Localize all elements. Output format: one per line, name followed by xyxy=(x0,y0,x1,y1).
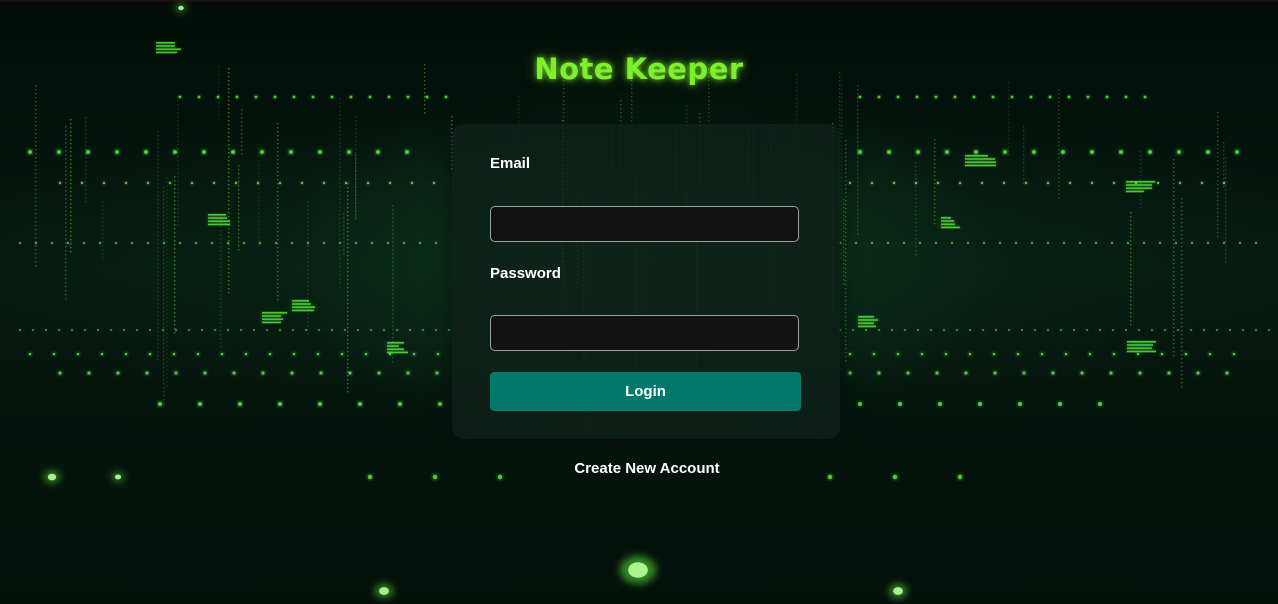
email-field[interactable] xyxy=(490,206,799,242)
login-page: Note Keeper Email Password Login Create … xyxy=(0,0,1278,604)
email-label: Email xyxy=(490,155,531,172)
app-title: Note Keeper xyxy=(534,52,744,86)
login-button[interactable]: Login xyxy=(490,372,801,411)
password-label: Password xyxy=(490,265,561,282)
create-account-link[interactable]: Create New Account xyxy=(0,460,1278,477)
password-field[interactable] xyxy=(490,315,799,351)
login-card: Email Password Login xyxy=(452,124,840,439)
